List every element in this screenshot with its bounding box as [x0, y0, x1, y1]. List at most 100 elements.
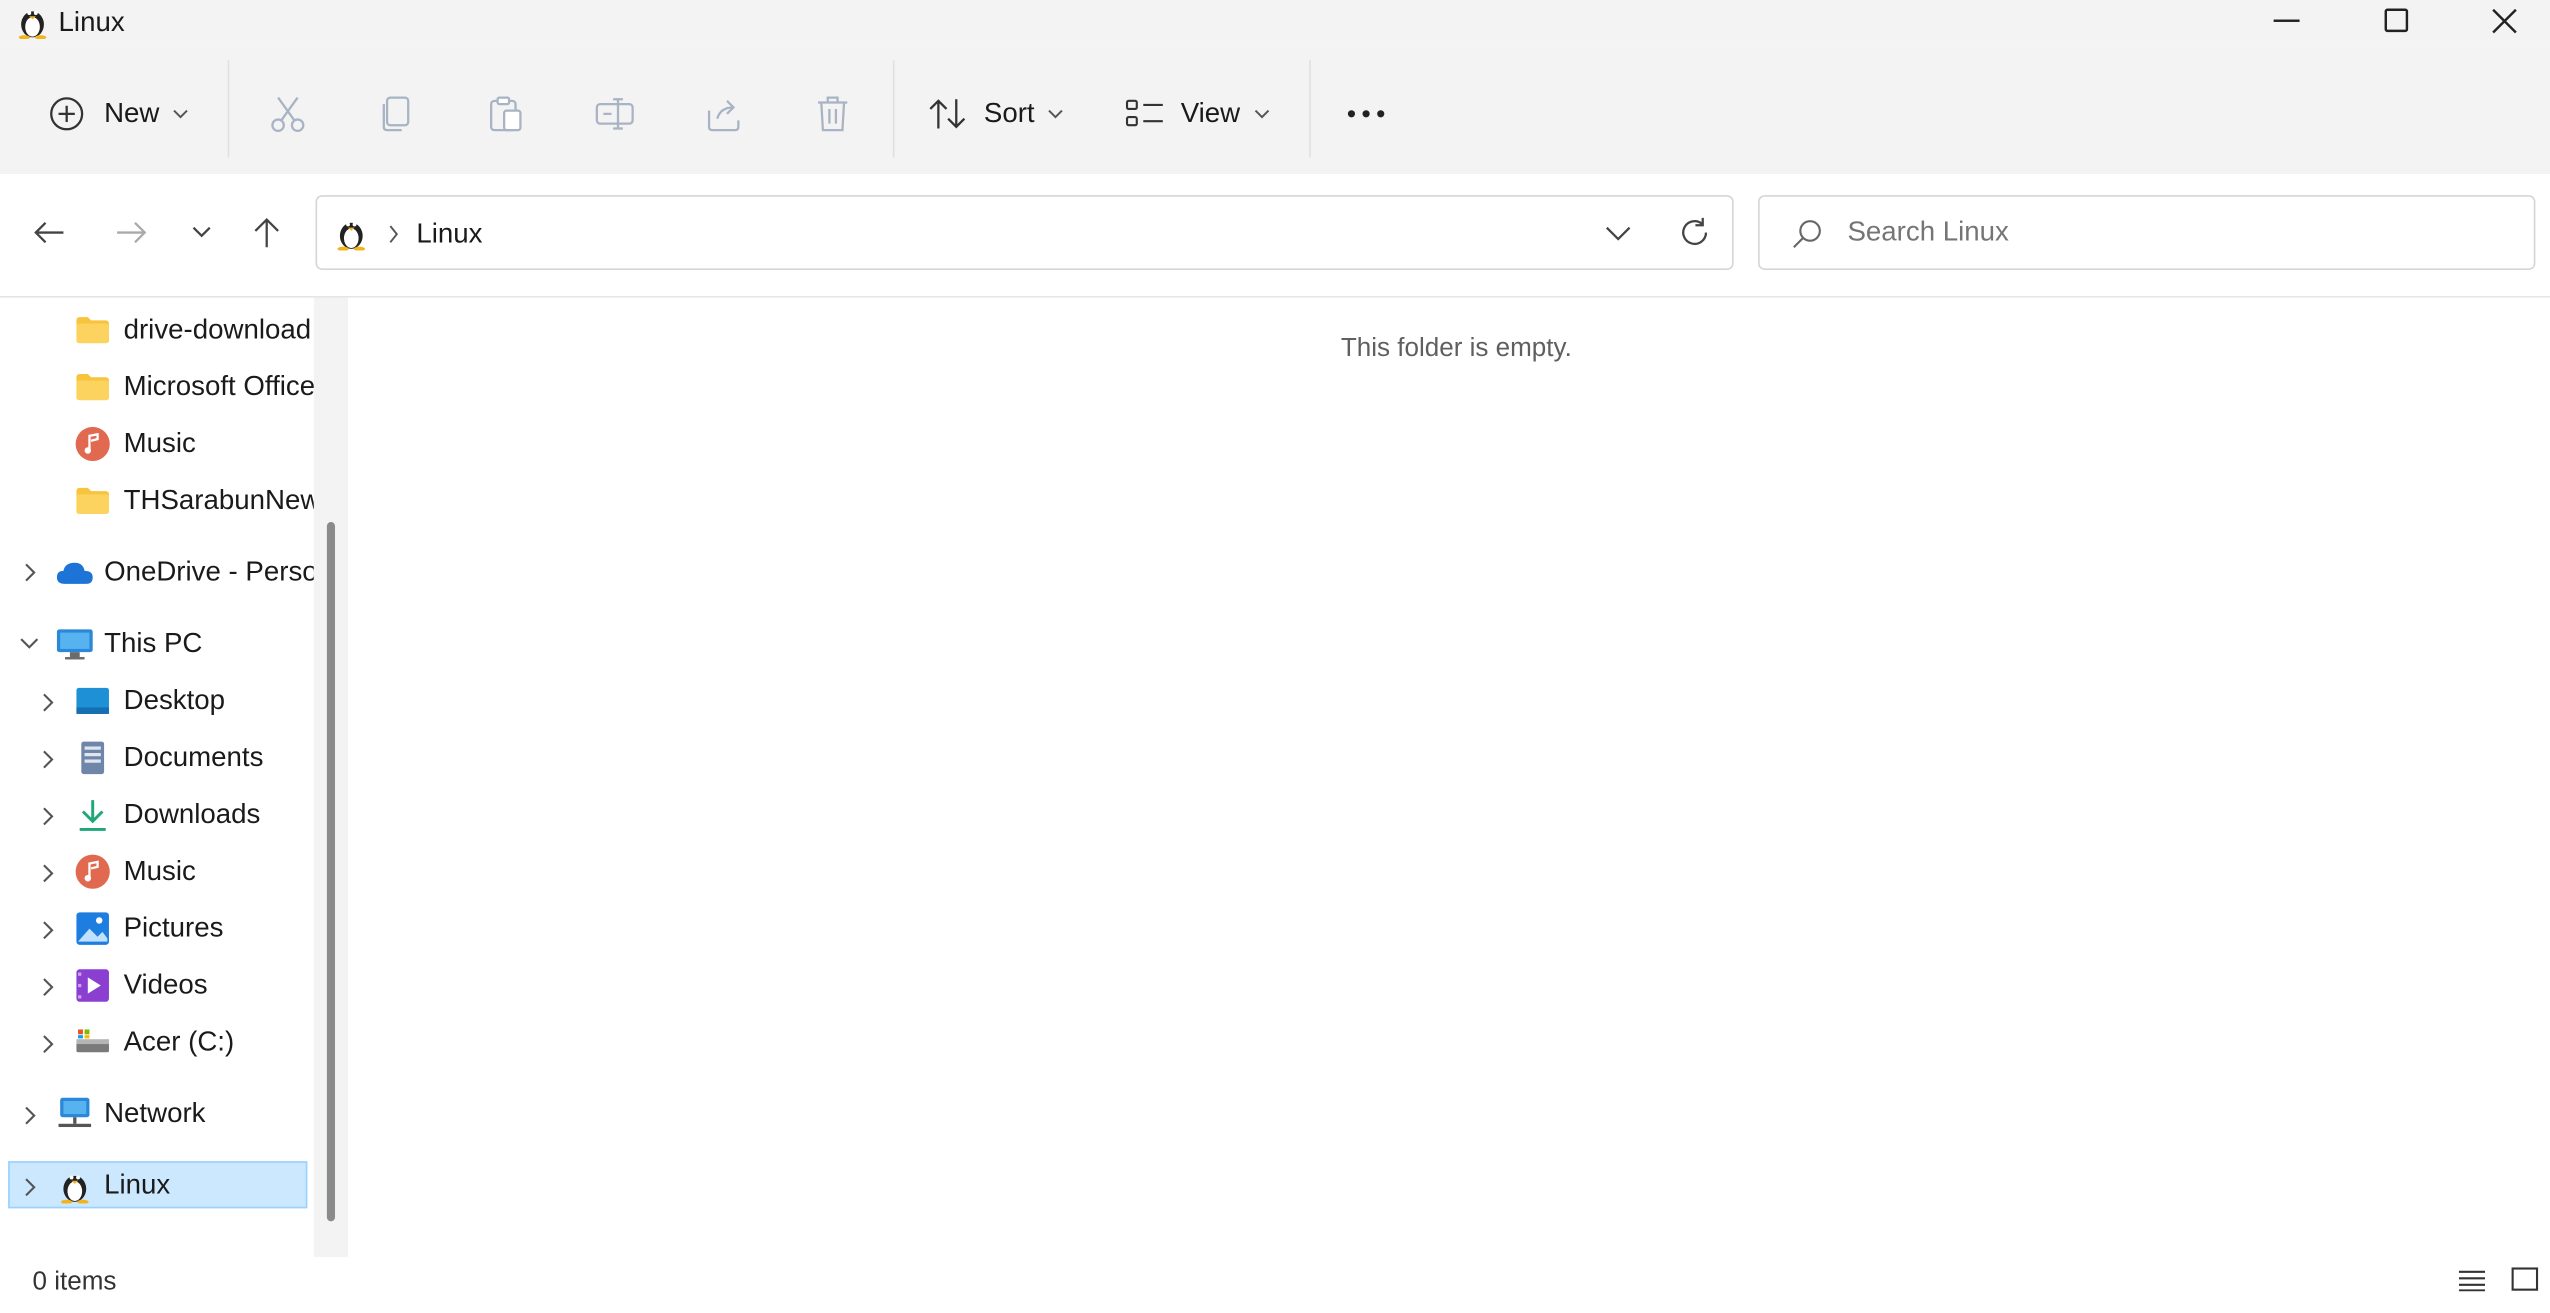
folder-icon: [75, 316, 111, 345]
chevron-right-icon[interactable]: [41, 920, 57, 940]
sidebar-item-thsarabunnew[interactable]: THSarabunNew: [75, 475, 314, 527]
sidebar-item-label: Music: [123, 427, 196, 459]
sidebar-item-network[interactable]: Network: [55, 1088, 314, 1140]
window-title: Linux: [58, 6, 125, 38]
desktop-icon: [75, 686, 111, 715]
sidebar-item-desktop[interactable]: Desktop: [75, 675, 314, 727]
back-arrow-icon[interactable]: [33, 220, 66, 246]
forward-arrow-icon[interactable]: [115, 220, 148, 246]
delete-icon[interactable]: [813, 94, 852, 133]
search-icon: [1791, 218, 1824, 251]
toolbar-divider: [892, 60, 895, 158]
sidebar-item-label: Microsoft Office: [123, 370, 314, 402]
sidebar-item-documents[interactable]: Documents: [75, 732, 314, 784]
share-icon[interactable]: [704, 94, 743, 133]
sidebar-item-pictures[interactable]: Pictures: [75, 903, 314, 955]
pictures-icon: [75, 911, 111, 947]
chevron-right-icon[interactable]: [41, 750, 57, 769]
sort-label: Sort: [983, 97, 1035, 129]
sidebar-item-microsoft-office[interactable]: Microsoft Office: [75, 361, 314, 413]
new-label: New: [104, 97, 160, 129]
up-arrow-icon[interactable]: [252, 216, 281, 249]
sidebar-item-drive-download[interactable]: drive-download: [75, 304, 314, 356]
search-box[interactable]: [1758, 195, 2536, 270]
chevron-right-icon[interactable]: [23, 1177, 39, 1197]
sidebar-scrollbar[interactable]: [313, 297, 349, 1258]
sidebar-item-label: Acer (C:): [123, 1026, 235, 1058]
sidebar-item-label: OneDrive - Personal: [104, 556, 314, 588]
linux-penguin-icon: [59, 1168, 92, 1204]
sidebar-item-linux[interactable]: Linux: [59, 1160, 314, 1212]
copy-icon[interactable]: [377, 94, 416, 133]
view-label: View: [1180, 97, 1241, 129]
chevron-right-icon[interactable]: [41, 807, 57, 826]
cut-icon[interactable]: [268, 94, 307, 133]
file-list-area[interactable]: This folder is empty.: [348, 297, 2550, 1258]
sidebar-item-onedrive[interactable]: OneDrive - Personal: [55, 546, 314, 598]
status-bar: 0 items: [0, 1258, 2550, 1297]
sidebar-item-label: Documents: [123, 741, 264, 773]
sidebar-item-label: Desktop: [123, 684, 226, 716]
scrollbar-thumb[interactable]: [326, 522, 336, 1222]
sidebar-item-videos[interactable]: Videos: [75, 960, 314, 1012]
sidebar-item-acer-c[interactable]: Acer (C:): [75, 1016, 314, 1068]
new-button[interactable]: New: [49, 96, 189, 132]
view-button[interactable]: View: [1125, 98, 1269, 131]
chevron-down-icon: [1253, 107, 1269, 120]
toolbar-divider: [227, 60, 230, 158]
breadcrumb-linux[interactable]: Linux: [416, 218, 482, 251]
music-icon: [75, 426, 111, 462]
address-bar[interactable]: Linux: [315, 195, 1734, 270]
computer-icon: [55, 628, 94, 661]
sidebar-item-downloads[interactable]: Downloads: [75, 789, 314, 841]
chevron-right-icon[interactable]: [41, 864, 57, 883]
empty-folder-message: This folder is empty.: [1340, 335, 1572, 363]
details-view-icon[interactable]: [2457, 1269, 2486, 1292]
paste-icon[interactable]: [486, 94, 525, 133]
add-circle-icon: [49, 96, 85, 132]
linux-penguin-icon: [335, 215, 368, 251]
sidebar-item-label: Downloads: [123, 798, 261, 830]
chevron-down-icon[interactable]: [20, 636, 39, 652]
search-input[interactable]: [1847, 213, 2498, 253]
chevron-right-icon[interactable]: [41, 693, 57, 712]
chevron-down-icon: [1048, 107, 1064, 120]
toolbar-divider: [1309, 60, 1311, 158]
view-list-icon: [1125, 98, 1164, 131]
folder-icon: [75, 486, 111, 515]
command-bar: New Sort View: [0, 43, 2550, 175]
sidebar-item-label: Linux: [104, 1169, 171, 1201]
title-bar: Linux: [0, 0, 2550, 44]
sidebar-item-label: Network: [104, 1097, 206, 1129]
sort-button[interactable]: Sort: [929, 98, 1064, 131]
music-icon: [75, 854, 111, 890]
large-icons-view-icon[interactable]: [2511, 1267, 2540, 1293]
maximize-icon[interactable]: [2384, 8, 2410, 34]
videos-icon: [75, 968, 111, 1004]
recent-locations-chevron-icon[interactable]: [192, 226, 212, 239]
navigation-pane: drive-download Microsoft Office Music TH…: [0, 298, 314, 1258]
drive-icon: [75, 1028, 111, 1057]
chevron-down-icon: [172, 107, 188, 120]
sidebar-item-label: This PC: [104, 627, 203, 659]
refresh-icon[interactable]: [1678, 216, 1711, 249]
more-icon[interactable]: [1347, 109, 1386, 119]
sidebar-item-music[interactable]: Music: [75, 846, 314, 898]
sidebar-item-this-pc[interactable]: This PC: [55, 618, 314, 670]
network-icon: [55, 1096, 94, 1132]
chevron-right-icon[interactable]: [23, 563, 39, 582]
folder-icon: [75, 372, 111, 401]
sort-arrows-icon: [929, 98, 968, 131]
address-history-chevron-icon[interactable]: [1605, 226, 1631, 242]
chevron-right-icon[interactable]: [23, 1106, 39, 1125]
sidebar-item-music-quick[interactable]: Music: [75, 418, 314, 470]
chevron-right-icon[interactable]: [41, 977, 57, 997]
chevron-right-icon[interactable]: [41, 1034, 57, 1053]
close-icon[interactable]: [2491, 8, 2517, 34]
rename-icon[interactable]: [595, 94, 634, 133]
minimize-icon[interactable]: [2273, 19, 2307, 23]
sidebar-item-label: Music: [123, 855, 196, 887]
breadcrumb-separator-icon: [387, 224, 400, 244]
downloads-icon: [75, 797, 111, 833]
onedrive-cloud-icon: [55, 559, 94, 585]
